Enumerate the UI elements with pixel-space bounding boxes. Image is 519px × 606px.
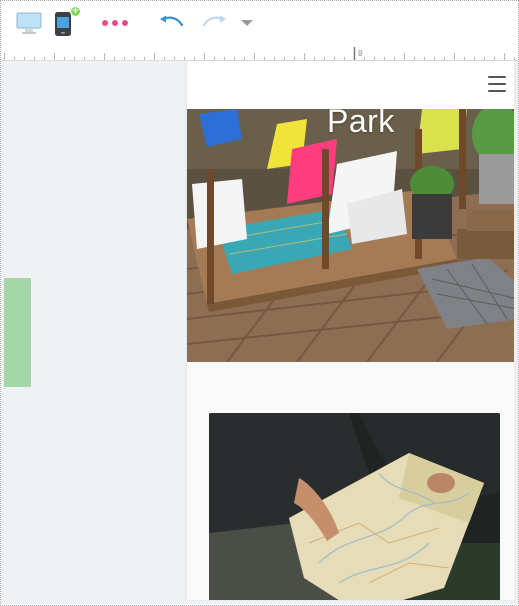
preview-scrollbar[interactable] [514,61,518,600]
ruler-origin-label: 0 [358,49,363,58]
editor-toolbar: + [1,1,518,45]
site-header [187,61,518,109]
hero-image: Park [187,109,518,362]
more-dots-icon [102,20,128,26]
people-reading-map-image [209,413,500,600]
hamburger-icon[interactable] [488,76,506,92]
desktop-icon [16,12,42,34]
more-options-button[interactable] [97,7,133,39]
undo-button[interactable] [155,7,187,39]
horizontal-ruler[interactable]: 0 [1,45,518,61]
outdoor-deck-chairs-image [187,109,518,362]
history-dropdown-button[interactable] [237,7,257,39]
add-badge-icon: + [70,6,81,17]
map-card-image [209,413,500,600]
redo-button[interactable] [199,7,231,39]
resize-handle[interactable] [4,278,31,387]
mobile-view-button[interactable]: + [49,6,81,39]
desktop-view-button[interactable] [13,7,45,39]
hero-title: Park [327,109,395,139]
page-preview: Park [187,61,518,600]
caret-down-icon [241,20,253,26]
undo-icon [160,15,184,27]
redo-icon [202,15,226,27]
ruler-ticks [4,47,515,60]
